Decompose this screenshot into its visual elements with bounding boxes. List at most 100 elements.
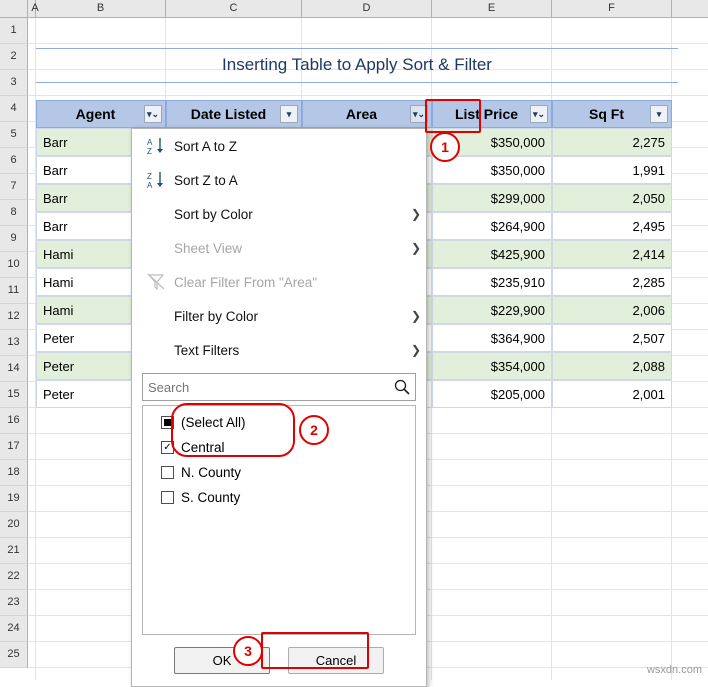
column-header-b[interactable]: B [36,0,166,18]
sort-ascending-icon: A Z [140,133,174,159]
row-header[interactable]: 1 [0,18,28,44]
row-header[interactable]: 17 [0,434,28,460]
row-header[interactable]: 14 [0,356,28,382]
svg-text:Z: Z [147,147,152,156]
menu-item-sort-a-to-z[interactable]: A Z Sort A to Z [132,129,426,163]
cell-price[interactable]: $364,900 [432,324,552,352]
watermark: wsxdn.com [646,664,702,676]
table-header-area-label: Area [345,106,378,122]
sheet-view-icon [140,235,174,261]
chevron-right-icon: ❯ [410,309,422,323]
highlight-ok-button [261,632,369,669]
menu-item-text-filters[interactable]: Text Filters ❯ [132,333,426,367]
table-header-sq-ft-label: Sq Ft [589,106,624,122]
search-input[interactable] [143,378,389,396]
menu-item-sort-z-to-a[interactable]: Z A Sort Z to A [132,163,426,197]
table-header-date-listed-label: Date Listed [190,106,267,122]
cell-price[interactable]: $354,000 [432,352,552,380]
chevron-right-icon: ❯ [410,241,422,255]
cell-sqft[interactable]: 2,006 [552,296,672,324]
row-header[interactable]: 5 [0,122,28,148]
cell-sqft[interactable]: 2,088 [552,352,672,380]
table-header-sq-ft[interactable]: Sq Ft ▾ [552,100,672,128]
row-header[interactable]: 9 [0,226,28,252]
column-header-f[interactable]: F [552,0,672,18]
row-header[interactable]: 23 [0,590,28,616]
table-header-agent[interactable]: Agent ▾⌄ [36,100,166,128]
row-header[interactable]: 21 [0,538,28,564]
column-header-d[interactable]: D [302,0,432,18]
filter-dropdown-date-listed-icon[interactable]: ▾ [280,105,298,123]
cell-price[interactable]: $264,900 [432,212,552,240]
page-title: Inserting Table to Apply Sort & Filter [222,55,492,74]
column-header-e[interactable]: E [432,0,552,18]
menu-item-text-filters-label: Text Filters [174,342,240,358]
row-header[interactable]: 8 [0,200,28,226]
column-header-c[interactable]: C [166,0,302,18]
annotation-badge-2: 2 [299,415,329,445]
cell-sqft[interactable]: 2,285 [552,268,672,296]
row-header[interactable]: 19 [0,486,28,512]
menu-item-sort-a-to-z-label: Sort A to Z [174,138,238,154]
row-header[interactable]: 13 [0,330,28,356]
row-header[interactable]: 25 [0,642,28,668]
cell-sqft[interactable]: 2,050 [552,184,672,212]
filter-dropdown-list-price-icon[interactable]: ▾⌄ [530,105,548,123]
row-header[interactable]: 20 [0,512,28,538]
svg-text:Z: Z [147,172,152,181]
menu-item-sort-z-to-a-label: Sort Z to A [174,172,238,188]
menu-item-filter-by-color[interactable]: Filter by Color ❯ [132,299,426,333]
column-header-g[interactable] [672,0,708,18]
filter-item-s-county-label: S. County [181,490,241,505]
cell-sqft[interactable]: 2,414 [552,240,672,268]
checkbox-unchecked-icon[interactable] [161,466,174,479]
row-header[interactable]: 18 [0,460,28,486]
menu-item-sort-by-color[interactable]: Sort by Color ❯ [132,197,426,231]
row-header[interactable]: 2 [0,44,28,70]
annotation-badge-3: 3 [233,636,263,666]
row-header[interactable]: 7 [0,174,28,200]
column-headers: B C D E F [0,0,708,18]
row-header[interactable]: 22 [0,564,28,590]
cell-sqft[interactable]: 2,275 [552,128,672,156]
chevron-right-icon: ❯ [410,207,422,221]
text-filter-icon [140,337,174,363]
checkbox-unchecked-icon[interactable] [161,491,174,504]
row-header[interactable]: 10 [0,252,28,278]
row-header[interactable]: 16 [0,408,28,434]
sort-color-icon [140,201,174,227]
filter-dropdown-sq-ft-icon[interactable]: ▾ [650,105,668,123]
filter-item-s-county[interactable]: S. County [143,485,415,510]
clear-filter-icon [140,269,174,295]
search-icon [389,378,415,396]
cell-price[interactable]: $235,910 [432,268,552,296]
table-header-row: Agent ▾⌄ Date Listed ▾ Area ▾⌄ List Pric… [36,100,672,128]
row-header[interactable]: 6 [0,148,28,174]
filter-item-n-county[interactable]: N. County [143,460,415,485]
cell-price[interactable]: $299,000 [432,184,552,212]
row-headers: 1 2 3 4 5 6 7 8 9 10 11 12 13 14 15 16 1… [0,18,28,668]
select-all-corner[interactable] [0,0,28,18]
menu-item-clear-filter-label: Clear Filter From "Area" [174,274,318,290]
row-header[interactable]: 4 [0,96,28,122]
row-header[interactable]: 11 [0,278,28,304]
menu-item-sheet-view: Sheet View ❯ [132,231,426,265]
row-header[interactable]: 3 [0,70,28,96]
row-header[interactable]: 12 [0,304,28,330]
menu-item-filter-by-color-label: Filter by Color [174,308,259,324]
table-header-area[interactable]: Area ▾⌄ [302,100,432,128]
filter-dropdown-agent-icon[interactable]: ▾⌄ [144,105,162,123]
cell-price[interactable]: $205,000 [432,380,552,408]
cell-sqft[interactable]: 1,991 [552,156,672,184]
cell-sqft[interactable]: 2,507 [552,324,672,352]
row-header[interactable]: 15 [0,382,28,408]
table-header-date-listed[interactable]: Date Listed ▾ [166,100,302,128]
cell-sqft[interactable]: 2,495 [552,212,672,240]
cell-sqft[interactable]: 2,001 [552,380,672,408]
search-box[interactable] [142,373,416,401]
row-header[interactable]: 24 [0,616,28,642]
cell-price[interactable]: $425,900 [432,240,552,268]
cell-price[interactable]: $229,900 [432,296,552,324]
filter-color-icon [140,303,174,329]
svg-text:A: A [147,181,153,190]
